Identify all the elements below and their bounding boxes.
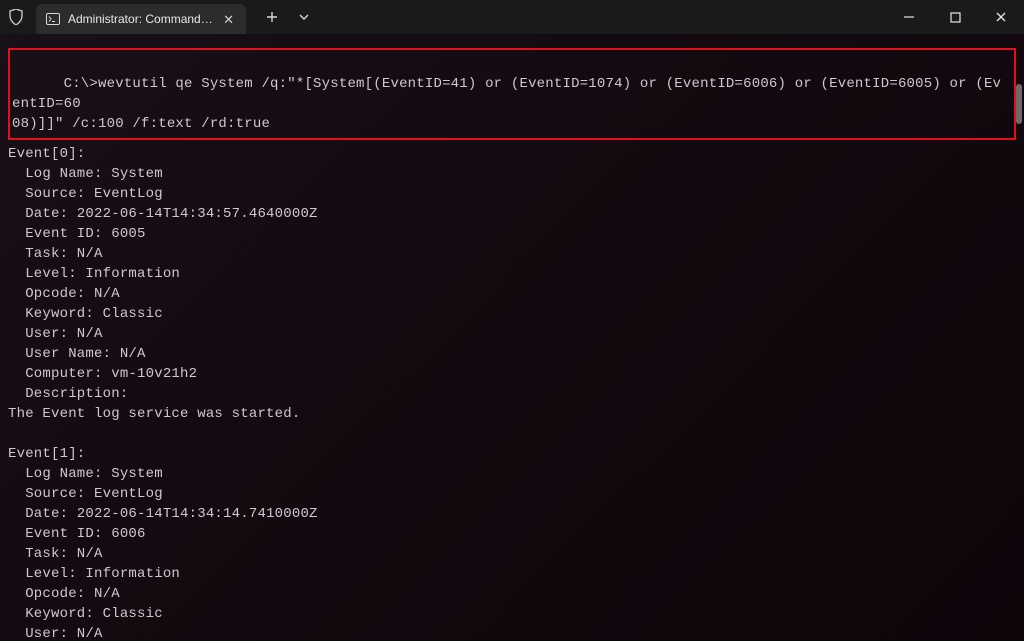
event-1-line: User: N/A (8, 624, 1016, 641)
close-icon[interactable]: ✕ (221, 11, 236, 28)
event-1-line: Date: 2022-06-14T14:34:14.7410000Z (8, 504, 1016, 524)
event-0-line: Event ID: 6005 (8, 224, 1016, 244)
event-1-line: Event ID: 6006 (8, 524, 1016, 544)
event-1-line: Opcode: N/A (8, 584, 1016, 604)
terminal-window: Administrator: Command Prom ✕ (0, 0, 1024, 641)
event-0-line: User Name: N/A (8, 344, 1016, 364)
event-1-line: Level: Information (8, 564, 1016, 584)
highlighted-command: C:\>wevtutil qe System /q:"*[System[(Eve… (8, 48, 1016, 140)
event-1-header: Event[1]: (8, 444, 1016, 464)
event-0-line: User: N/A (8, 324, 1016, 344)
event-0-line: Level: Information (8, 264, 1016, 284)
titlebar-drag-area[interactable] (316, 0, 886, 34)
event-1-line: Source: EventLog (8, 484, 1016, 504)
event-1-line: Task: N/A (8, 544, 1016, 564)
tab-command-prompt[interactable]: Administrator: Command Prom ✕ (36, 4, 246, 34)
command-text-line2: 08)]]" /c:100 /f:text /rd:true (12, 116, 270, 132)
new-tab-button[interactable] (256, 2, 288, 32)
event-0-line: The Event log service was started. (8, 404, 1016, 424)
window-controls (886, 0, 1024, 34)
blank-line (8, 424, 1016, 444)
event-0-line: Computer: vm-10v21h2 (8, 364, 1016, 384)
minimize-button[interactable] (886, 0, 932, 34)
prompt-text: C:\> (64, 76, 98, 92)
command-text-line1: wevtutil qe System /q:"*[System[(EventID… (12, 76, 1001, 112)
titlebar-left: Administrator: Command Prom ✕ (0, 0, 316, 34)
event-0-line: Description: (8, 384, 1016, 404)
cmd-icon (46, 12, 60, 26)
event-0-line: Opcode: N/A (8, 284, 1016, 304)
event-0-line: Source: EventLog (8, 184, 1016, 204)
event-0-line: Log Name: System (8, 164, 1016, 184)
tab-title: Administrator: Command Prom (68, 12, 213, 26)
event-0-header: Event[0]: (8, 144, 1016, 164)
terminal-body[interactable]: C:\>wevtutil qe System /q:"*[System[(Eve… (0, 34, 1024, 641)
shield-icon (0, 9, 32, 25)
tab-actions (256, 2, 316, 32)
scrollbar-thumb[interactable] (1016, 84, 1022, 124)
event-1-line: Log Name: System (8, 464, 1016, 484)
event-1-line: Keyword: Classic (8, 604, 1016, 624)
titlebar: Administrator: Command Prom ✕ (0, 0, 1024, 34)
maximize-button[interactable] (932, 0, 978, 34)
event-0-line: Keyword: Classic (8, 304, 1016, 324)
window-close-button[interactable] (978, 0, 1024, 34)
tab-dropdown-button[interactable] (292, 2, 316, 32)
event-0-line: Date: 2022-06-14T14:34:57.4640000Z (8, 204, 1016, 224)
event-0-line: Task: N/A (8, 244, 1016, 264)
